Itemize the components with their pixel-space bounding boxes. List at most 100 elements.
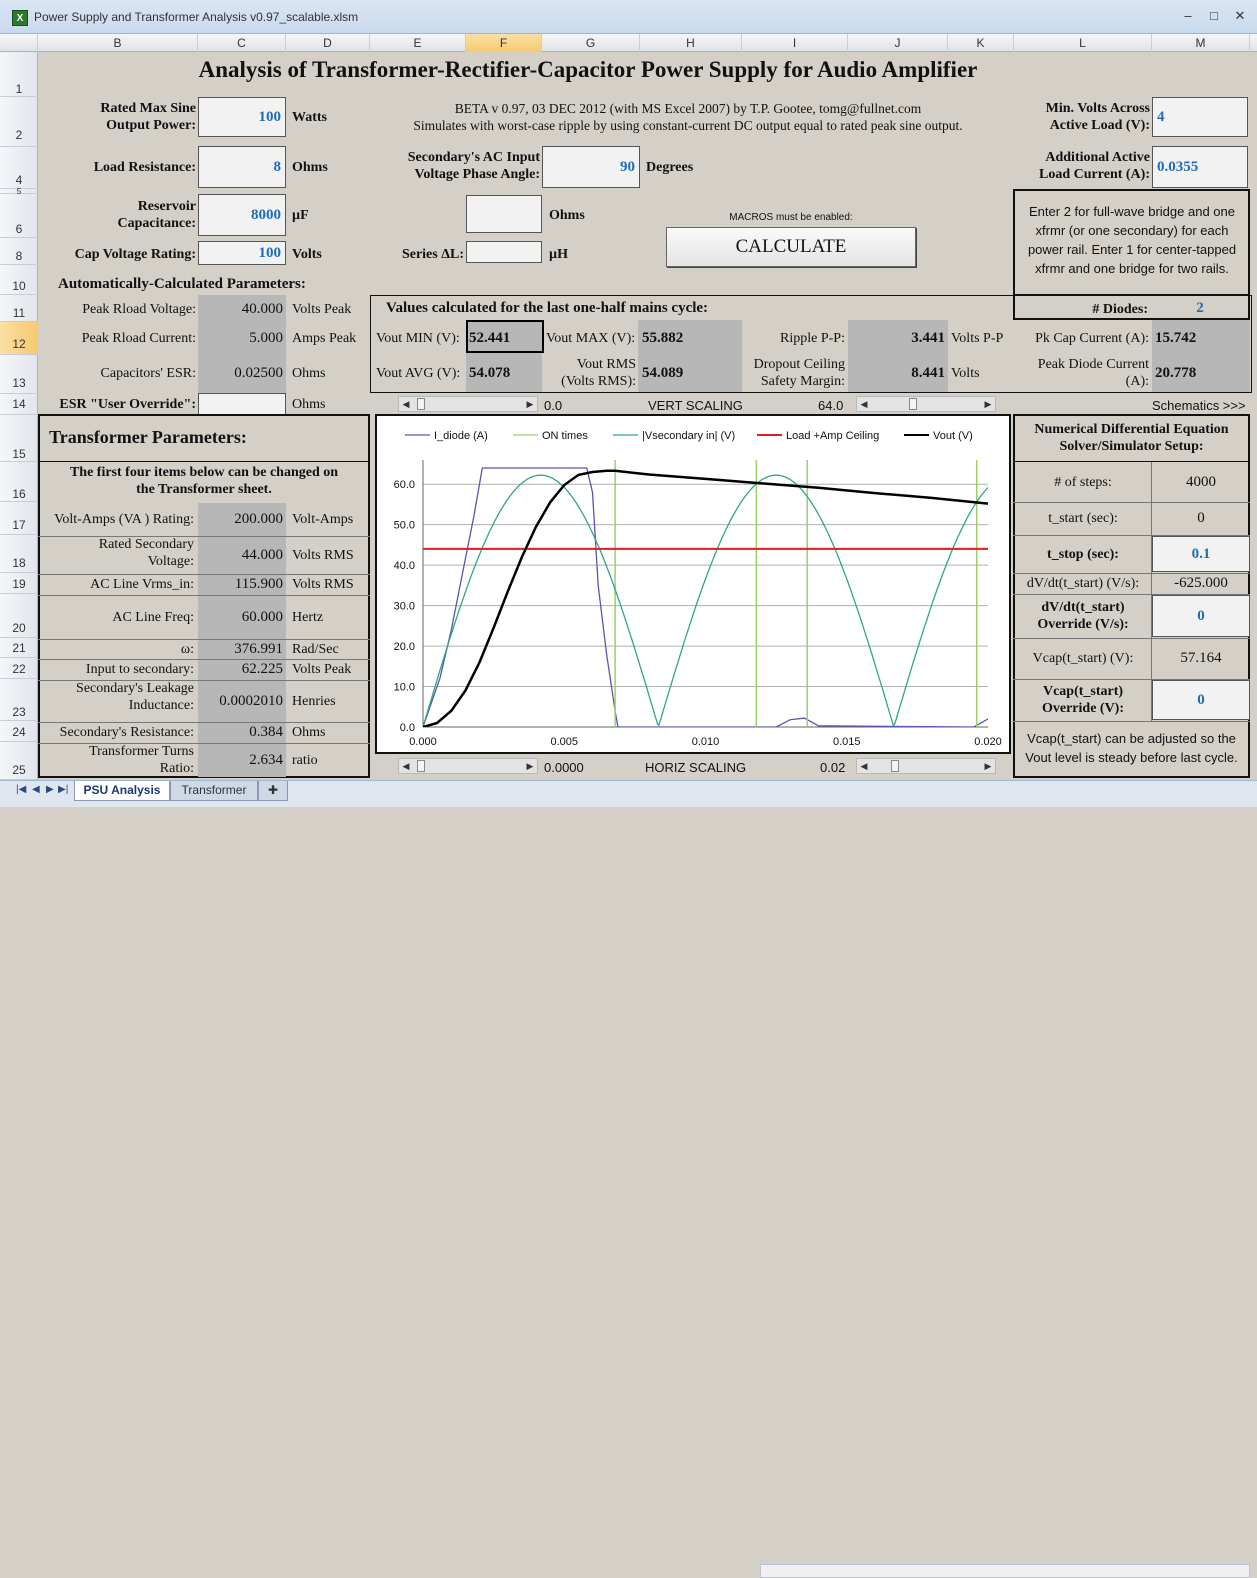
row-header[interactable]: 22 <box>0 658 38 679</box>
row-header[interactable]: 15 <box>0 415 38 462</box>
select-all-corner[interactable] <box>0 34 38 52</box>
reservoir-cap-input[interactable]: 8000 <box>198 194 286 236</box>
row-header[interactable]: 19 <box>0 573 38 594</box>
scroll-right-arrow[interactable]: ▶ <box>981 397 995 411</box>
pk-diode-value: 20.778 <box>1155 365 1197 381</box>
scroll-right-arrow[interactable]: ▶ <box>523 397 537 411</box>
scroll-thumb[interactable] <box>417 760 425 772</box>
column-header[interactable]: K <box>948 34 1014 52</box>
insert-sheet-icon[interactable]: ✚ <box>258 781 288 801</box>
prev-sheet-icon[interactable]: ◀ <box>32 784 40 795</box>
scroll-thumb[interactable] <box>909 398 917 410</box>
peak-rload-v-unit: Volts Peak <box>292 302 352 317</box>
y-tick-label: 30.0 <box>394 601 415 613</box>
first-sheet-icon[interactable]: |◀ <box>16 784 26 795</box>
vert-max-scrollbar[interactable]: ◀ ▶ <box>856 396 996 412</box>
row-header[interactable]: 18 <box>0 535 38 573</box>
column-header[interactable]: D <box>286 34 370 52</box>
load-resistance-input[interactable]: 8 <box>198 146 286 188</box>
tab-transformer[interactable]: Transformer <box>170 781 258 801</box>
tab-psu-analysis[interactable]: PSU Analysis <box>74 781 170 801</box>
excel-icon[interactable]: X <box>12 10 28 26</box>
cap-voltage-input[interactable]: 100 <box>198 241 286 265</box>
rated-power-input[interactable]: 100 <box>198 97 286 137</box>
row-header[interactable]: 10 <box>0 265 38 295</box>
column-header[interactable]: G <box>542 34 640 52</box>
scroll-thumb[interactable] <box>417 398 425 410</box>
scroll-right-arrow[interactable]: ▶ <box>981 759 995 773</box>
solver-vcap-override-input[interactable]: 0 <box>1152 680 1250 720</box>
add-current-input[interactable]: 0.0355 <box>1152 146 1248 188</box>
label-line: Voltage Phase Angle: <box>414 167 540 182</box>
scroll-thumb[interactable] <box>891 760 899 772</box>
column-header[interactable]: E <box>370 34 466 52</box>
scroll-left-arrow[interactable]: ◀ <box>399 759 413 773</box>
column-header[interactable]: C <box>198 34 286 52</box>
next-sheet-icon[interactable]: ▶ <box>46 784 54 795</box>
horiz-min-scrollbar[interactable]: ◀ ▶ <box>398 758 538 774</box>
scroll-left-arrow[interactable]: ◀ <box>857 759 871 773</box>
column-header[interactable]: M <box>1152 34 1250 52</box>
row-header[interactable]: 21 <box>0 638 38 658</box>
row-header[interactable]: 24 <box>0 721 38 742</box>
row-header[interactable]: 1 <box>0 52 38 97</box>
x-tick-label: 0.000 <box>409 736 437 748</box>
row-header[interactable]: 17 <box>0 502 38 535</box>
column-header[interactable]: H <box>640 34 742 52</box>
row-header[interactable]: 23 <box>0 679 38 721</box>
horiz-max-scrollbar[interactable]: ◀ ▶ <box>856 758 996 774</box>
row-header[interactable]: 25 <box>0 742 38 780</box>
column-header[interactable]: I <box>742 34 848 52</box>
restore-button[interactable]: □ <box>1204 8 1224 26</box>
transformer-param-value: 115.900 <box>234 576 283 592</box>
transformer-param-unit: Volts Peak <box>292 662 352 677</box>
label-line: Voltage: <box>147 554 194 569</box>
transformer-param-unit: Volts RMS <box>292 547 354 563</box>
add-current-label: Additional Active Load Current (A): <box>998 149 1150 183</box>
waveform-chart[interactable]: 0.0 10.0 20.0 30.0 40.0 50.0 60.0 0.000 0.005 0.0… <box>375 414 1011 754</box>
scroll-left-arrow[interactable]: ◀ <box>857 397 871 411</box>
series-dl-input[interactable] <box>466 241 542 263</box>
row-header[interactable]: 20 <box>0 594 38 638</box>
row-header-selected[interactable]: 12 <box>0 322 38 355</box>
min-volts-input[interactable]: 4 <box>1152 97 1248 137</box>
scroll-right-arrow[interactable]: ▶ <box>523 759 537 773</box>
transformer-param-unit: Volt-Amps <box>292 512 354 527</box>
solver-t-stop-input[interactable]: 0.1 <box>1152 536 1250 572</box>
close-button[interactable]: ✕ <box>1230 8 1250 26</box>
row-header[interactable]: 4 <box>0 147 38 189</box>
dropout-value: 8.441 <box>911 365 945 381</box>
row-header[interactable]: 2 <box>0 97 38 147</box>
row-header[interactable]: 6 <box>0 194 38 238</box>
minimize-button[interactable]: – <box>1178 8 1198 26</box>
row-header[interactable]: 13 <box>0 355 38 394</box>
phase-angle-input[interactable]: 90 <box>542 146 640 188</box>
column-header[interactable]: J <box>848 34 948 52</box>
esr-value: 0.02500 <box>234 365 283 381</box>
horizontal-scrollbar[interactable] <box>760 1564 1250 1578</box>
series-dr-input[interactable] <box>466 195 542 233</box>
vert-min-scrollbar[interactable]: ◀ ▶ <box>398 396 538 412</box>
beta-note: BETA v 0.97, 03 DEC 2012 (with MS Excel … <box>368 100 1008 134</box>
series-dl-unit: µH <box>549 247 568 262</box>
column-header-selected[interactable]: F <box>466 34 542 52</box>
scroll-left-arrow[interactable]: ◀ <box>399 397 413 411</box>
vout-max-label: Vout MAX (V): <box>546 331 636 346</box>
vout-min-label: Vout MIN (V): <box>376 331 460 346</box>
last-sheet-icon[interactable]: ▶| <box>58 784 68 795</box>
calculate-button[interactable]: CALCULATE <box>666 227 916 267</box>
esr-unit: Ohms <box>292 366 326 381</box>
row-header[interactable]: 16 <box>0 462 38 502</box>
column-header[interactable]: B <box>38 34 198 52</box>
column-header[interactable]: L <box>1014 34 1152 52</box>
row-header[interactable]: 11 <box>0 295 38 322</box>
esr-override-label: ESR "User Override": <box>59 397 196 412</box>
row-header[interactable]: 8 <box>0 238 38 265</box>
solver-dvdt-override-input[interactable]: 0 <box>1152 595 1250 637</box>
schematics-link[interactable]: Schematics >>> <box>1152 397 1246 414</box>
esr-override-input[interactable] <box>198 393 286 415</box>
pk-cap-value: 15.742 <box>1155 330 1197 346</box>
label-line: Safety Margin: <box>760 374 845 389</box>
row-header[interactable]: 14 <box>0 394 38 415</box>
peak-rload-i-unit: Amps Peak <box>292 331 357 346</box>
